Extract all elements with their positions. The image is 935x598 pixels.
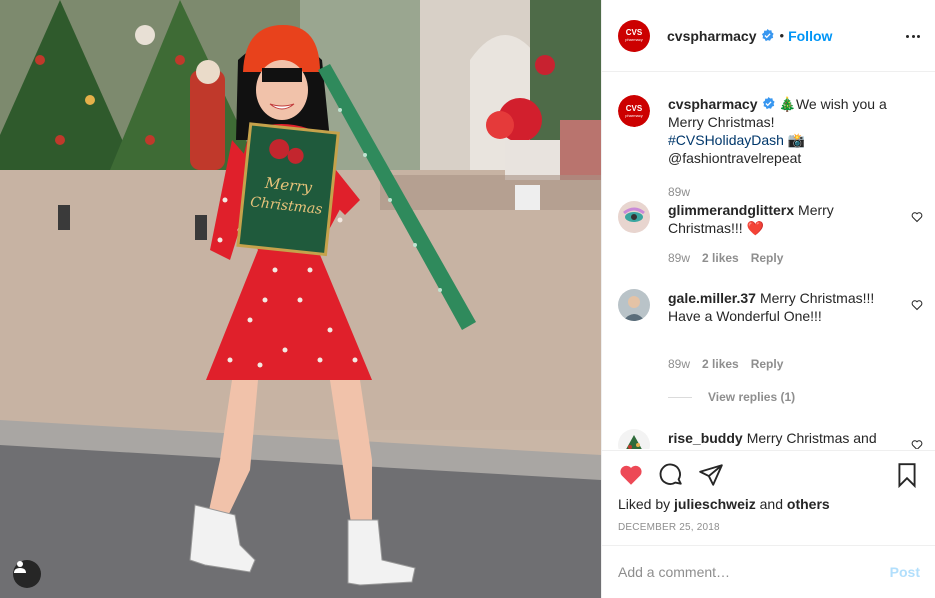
cvs-logo: CVS pharmacy (618, 95, 650, 127)
caption-hashtag-link[interactable]: #CVSHolidayDash (668, 132, 784, 148)
header-separator: • (779, 28, 785, 43)
comment-time[interactable]: 89w (668, 357, 690, 371)
add-comment-bar: Post (602, 545, 935, 598)
likes-others-link[interactable]: others (787, 496, 830, 512)
author-username[interactable]: cvspharmacy (667, 28, 757, 44)
replies-divider (668, 396, 692, 398)
heart-filled-icon[interactable] (618, 462, 644, 488)
author-avatar[interactable]: CVS pharmacy (618, 19, 650, 52)
user-tags-button[interactable] (13, 560, 41, 588)
more-dots-icon[interactable] (906, 27, 920, 45)
person-icon (14, 561, 26, 573)
comment-username[interactable]: gale.miller.37 (668, 290, 756, 306)
comment-meta: 89w 2 likes Reply (668, 251, 783, 265)
commenter-avatar[interactable] (618, 289, 650, 321)
comments-list[interactable]: CVS pharmacy cvspharmacy 🎄We wish you a Me… (602, 73, 935, 449)
comment-body: rise_buddy Merry Christmas and (668, 429, 890, 447)
logo-subtext: pharmacy (625, 37, 643, 42)
verified-badge-icon (761, 29, 774, 42)
comment-body: gale.miller.37 Merry Christmas!!! Have a … (668, 289, 890, 325)
post-side-panel: CVS pharmacy cvspharmacy • Follow CVS pha… (601, 0, 935, 598)
comment-time[interactable]: 89w (668, 251, 690, 265)
comment-username[interactable]: rise_buddy (668, 430, 743, 446)
heart-outline-icon[interactable] (911, 299, 923, 311)
reply-button[interactable]: Reply (751, 251, 784, 265)
view-replies-label: View replies (1) (708, 390, 796, 404)
post-header: CVS pharmacy cvspharmacy • Follow (602, 0, 935, 72)
caption-avatar[interactable]: CVS pharmacy (618, 95, 650, 127)
comment-likes[interactable]: 2 likes (702, 357, 739, 371)
cvs-logo: CVS pharmacy (625, 28, 643, 43)
caption-meta: 89w (668, 185, 690, 199)
post-date[interactable]: DECEMBER 25, 2018 (618, 522, 720, 533)
likes-summary: Liked by julieschweiz and others (618, 496, 830, 512)
comment-body: glimmerandglitterx Merry Christmas!!! ❤️ (668, 201, 890, 237)
post-photo-illustration: Merry Christmas (0, 0, 601, 598)
paper-plane-icon[interactable] (698, 462, 724, 488)
comment-meta: 89w 2 likes Reply (668, 357, 783, 371)
comment-likes[interactable]: 2 likes (702, 251, 739, 265)
caption-username[interactable]: cvspharmacy (668, 96, 758, 112)
reply-button[interactable]: Reply (751, 357, 784, 371)
caption-body: cvspharmacy 🎄We wish you a Merry Christma… (668, 95, 890, 167)
post-actions (602, 450, 935, 496)
commenter-avatar[interactable] (618, 201, 650, 233)
heart-outline-icon[interactable] (911, 211, 923, 223)
view-replies-button[interactable]: View replies (1) (668, 390, 795, 404)
logo-text: CVS (625, 28, 643, 37)
verified-badge-icon (762, 97, 775, 110)
caption-time[interactable]: 89w (668, 185, 690, 199)
likes-prefix: Liked by (618, 496, 675, 512)
commenter-avatar[interactable] (618, 429, 650, 449)
comment-text: Merry Christmas and (746, 430, 877, 446)
follow-button[interactable]: Follow (788, 28, 832, 44)
liker-username[interactable]: julieschweiz (674, 496, 756, 512)
likes-middle: and (755, 496, 787, 512)
heart-outline-icon[interactable] (911, 439, 923, 449)
bookmark-icon[interactable] (894, 462, 920, 488)
post-photo[interactable]: Merry Christmas (0, 0, 601, 598)
comment-bubble-icon[interactable] (658, 462, 684, 488)
post-comment-button[interactable]: Post (890, 564, 920, 580)
instagram-post-modal: Merry Christmas CVS pharmacy cvspharmacy… (0, 0, 935, 598)
comment-input[interactable] (618, 564, 890, 580)
comment-username[interactable]: glimmerandglitterx (668, 202, 794, 218)
